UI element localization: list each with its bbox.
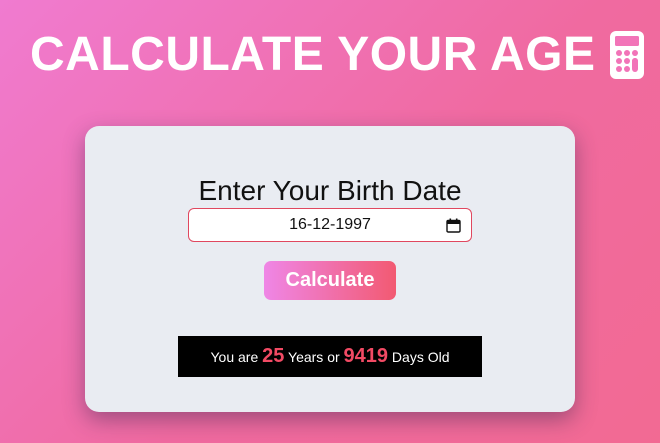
- calculator-icon: [610, 30, 645, 79]
- result-days: 9419: [343, 345, 389, 367]
- page-title-text: CALCULATE YOUR AGE: [30, 28, 596, 81]
- result-years: 25: [262, 345, 285, 367]
- result-prefix: You are: [210, 348, 263, 365]
- result-days-text: Days Old: [388, 348, 450, 365]
- birth-date-heading: Enter Your Birth Date: [198, 175, 462, 206]
- result-years-text: Years or: [284, 348, 344, 365]
- calendar-icon[interactable]: [446, 218, 461, 233]
- birth-date-value: 16-12-1997: [289, 216, 371, 233]
- age-calculator-card: Enter Your Birth Date 16-12-1997 Calcula…: [85, 126, 575, 412]
- birth-date-input[interactable]: 16-12-1997: [188, 208, 472, 242]
- age-result: You are 25 Years or 9419 Days Old: [178, 336, 482, 377]
- page-title: CALCULATE YOUR AGE: [30, 27, 645, 82]
- calculate-button[interactable]: Calculate: [264, 261, 396, 300]
